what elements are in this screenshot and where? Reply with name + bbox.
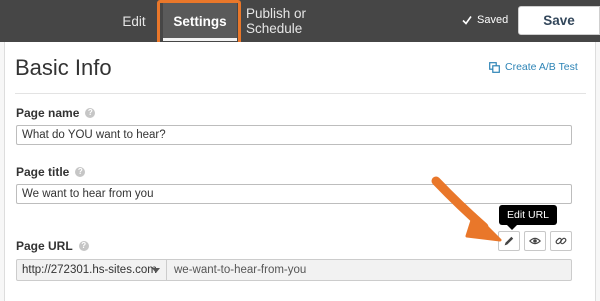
create-ab-test-label: Create A/B Test bbox=[505, 61, 578, 73]
page-title-input[interactable]: We want to hear from you bbox=[16, 184, 572, 204]
page-url-field: http://272301.hs-sites.com we-want-to-he… bbox=[16, 259, 572, 281]
page: Edit Settings Publish or Schedule Saved … bbox=[0, 0, 600, 301]
page-title-label: Page title ? bbox=[16, 165, 86, 179]
page-name-label: Page name ? bbox=[16, 106, 96, 120]
edit-url-tooltip: Edit URL bbox=[499, 205, 557, 230]
pencil-icon bbox=[504, 236, 514, 246]
editor-top-bar: Edit Settings Publish or Schedule Saved … bbox=[0, 0, 600, 42]
active-tab-indicator bbox=[163, 38, 237, 41]
page-url-label-text: Page URL bbox=[16, 239, 73, 253]
page-name-input[interactable]: What do YOU want to hear? bbox=[16, 125, 572, 145]
save-button-label: Save bbox=[543, 13, 575, 28]
tab-settings[interactable]: Settings bbox=[163, 1, 237, 41]
help-icon[interactable]: ? bbox=[78, 241, 89, 251]
saved-label: Saved bbox=[477, 14, 509, 26]
save-button[interactable]: Save bbox=[518, 6, 600, 35]
divider bbox=[15, 93, 586, 94]
url-slug-input[interactable]: we-want-to-hear-from-you bbox=[174, 260, 306, 280]
saved-status: Saved bbox=[462, 0, 508, 40]
tab-publish-label: Publish or Schedule bbox=[246, 6, 307, 36]
page-title-value: We want to hear from you bbox=[22, 188, 154, 200]
page-name-value: What do YOU want to hear? bbox=[22, 129, 166, 141]
link-icon bbox=[555, 237, 567, 245]
domain-select-value: http://272301.hs-sites.com bbox=[22, 264, 157, 276]
tab-publish-or-schedule[interactable]: Publish or Schedule bbox=[246, 0, 364, 42]
check-icon bbox=[462, 16, 472, 25]
page-url-label: Page URL ? bbox=[16, 239, 89, 253]
tooltip-text: Edit URL bbox=[506, 209, 549, 221]
tab-edit[interactable]: Edit bbox=[98, 0, 170, 42]
copy-icon bbox=[489, 61, 500, 73]
copy-link-button[interactable] bbox=[550, 231, 572, 251]
url-slug-value: we-want-to-hear-from-you bbox=[174, 264, 307, 276]
tab-settings-label: Settings bbox=[173, 13, 227, 29]
help-icon[interactable]: ? bbox=[85, 108, 96, 118]
page-title-label-text: Page title bbox=[16, 165, 70, 179]
edit-url-button[interactable] bbox=[498, 231, 520, 251]
page-name-label-text: Page name bbox=[16, 106, 80, 120]
tab-edit-label: Edit bbox=[122, 13, 146, 29]
page-title: Basic Info bbox=[15, 55, 112, 80]
domain-select[interactable]: http://272301.hs-sites.com bbox=[17, 260, 167, 280]
eye-icon bbox=[529, 237, 541, 245]
preview-button[interactable] bbox=[524, 231, 546, 251]
caret-down-icon bbox=[152, 268, 160, 273]
create-ab-test-link[interactable]: Create A/B Test bbox=[489, 60, 578, 74]
help-icon[interactable]: ? bbox=[75, 167, 86, 177]
